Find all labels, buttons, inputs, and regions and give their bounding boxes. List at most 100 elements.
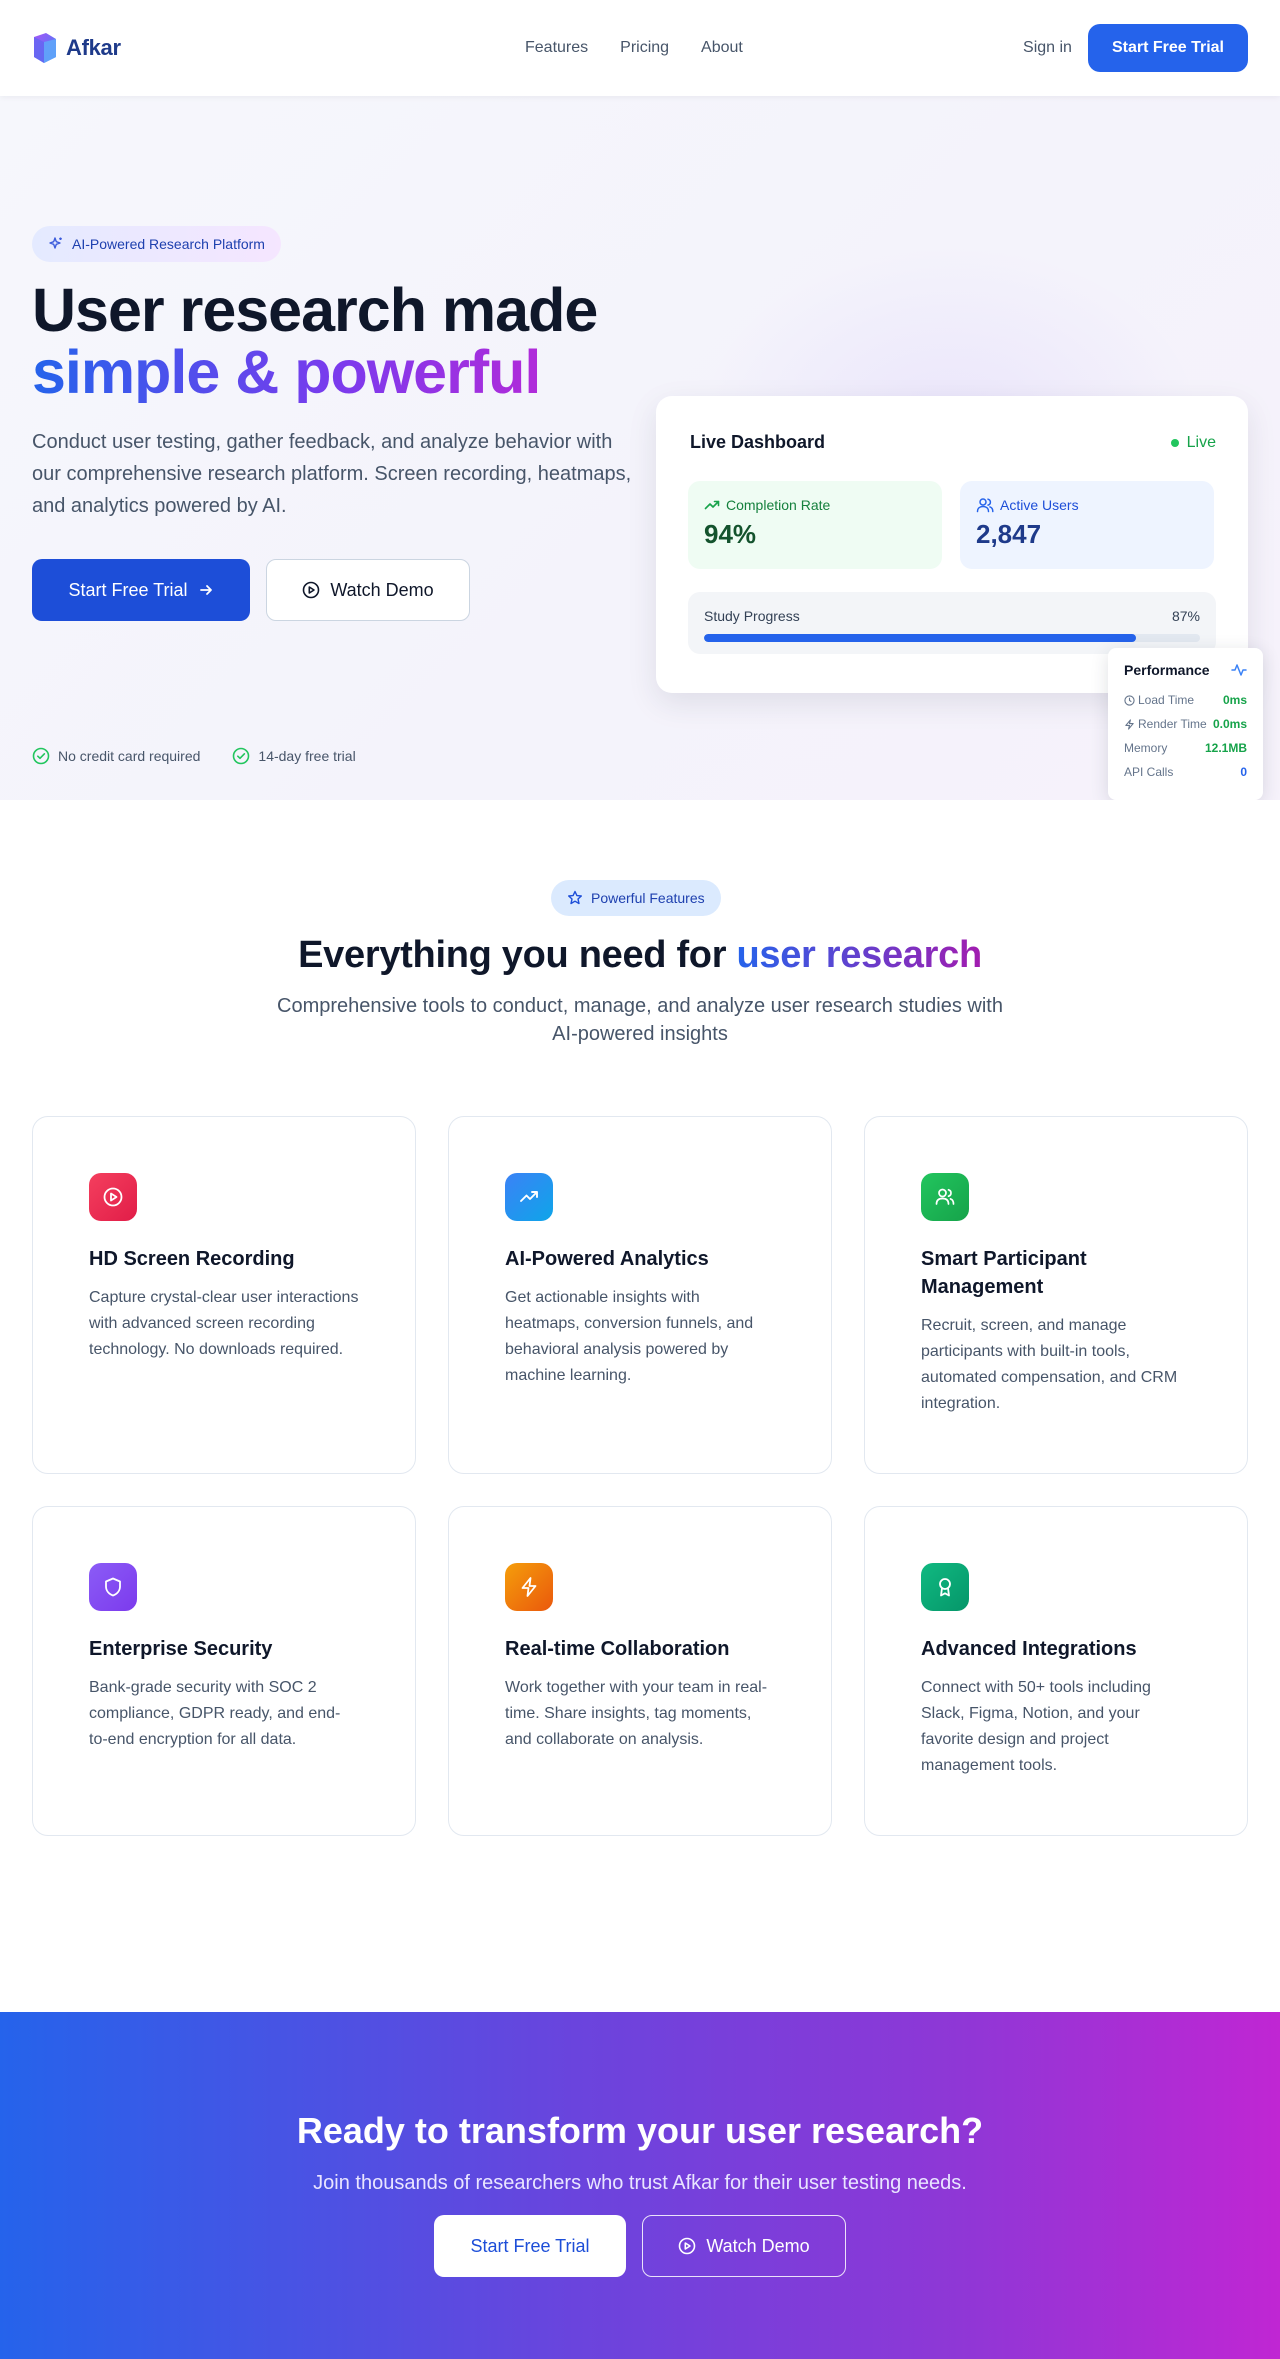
activity-icon[interactable] (1231, 662, 1247, 678)
live-status: Live (1170, 434, 1216, 452)
cta-buttons: Start Free Trial Watch Demo (434, 2215, 846, 2277)
check-circle-icon (232, 747, 250, 765)
perf-value: 0 (1240, 765, 1247, 779)
trending-up-icon (704, 497, 720, 513)
check-circle-icon (32, 747, 50, 765)
hero-start-trial-label: Start Free Trial (68, 579, 188, 600)
performance-title: Performance (1124, 662, 1210, 678)
feature-card-advanced-integrations[interactable]: Advanced Integrations Connect with 50+ t… (864, 1506, 1248, 1836)
features-title: Everything you need for user research (0, 934, 1280, 977)
feature-description: Connect with 50+ tools including Slack, … (921, 1679, 1151, 1774)
play-circle-icon (678, 2237, 696, 2255)
top-nav: Afkar Features Pricing About Sign in Sta… (0, 0, 1280, 96)
stat-label-row: Active Users (976, 497, 1198, 513)
features-title-plain: Everything you need for (298, 934, 737, 976)
hero-description: Conduct user testing, gather feedback, a… (32, 431, 632, 517)
study-progress: Study Progress 87% (688, 592, 1216, 654)
perf-row-api-calls: API Calls 0 (1124, 760, 1247, 784)
zap-icon (1124, 718, 1135, 730)
shield-icon (101, 1575, 125, 1599)
perf-label: Render Time (1138, 717, 1207, 731)
hero-title-line2: simple & powerful (32, 341, 597, 403)
stat-label: Completion Rate (726, 497, 831, 513)
feature-icon-box (921, 1563, 969, 1611)
check-label: No credit card required (58, 748, 201, 764)
features-title-highlight: user research (736, 934, 982, 976)
feature-icon-box (921, 1173, 969, 1221)
clock-icon (1124, 694, 1135, 706)
hero-cta-group: Start Free Trial Watch Demo (32, 559, 470, 621)
feature-description: Recruit, screen, and manage participants… (921, 1317, 1178, 1412)
feature-description: Capture crystal-clear user interactions … (89, 1289, 359, 1358)
stat-active-users: Active Users 2,847 (960, 481, 1214, 569)
brand-logo-icon (32, 31, 58, 65)
perf-label-group: Load Time (1124, 693, 1194, 707)
brand-name: Afkar (66, 35, 121, 60)
feature-card-realtime-collaboration[interactable]: Real-time Collaboration Work together wi… (448, 1506, 832, 1836)
signin-link[interactable]: Sign in (1023, 39, 1072, 57)
trending-up-icon (517, 1185, 541, 1209)
feature-title: Smart Participant Management (921, 1248, 1087, 1298)
hero-start-trial-button[interactable]: Start Free Trial (32, 559, 250, 621)
live-dot-icon (1170, 439, 1179, 447)
perf-row-memory: Memory 12.1MB (1124, 736, 1247, 760)
feature-card-enterprise-security[interactable]: Enterprise Security Bank-grade security … (32, 1506, 416, 1836)
feature-icon-box (89, 1563, 137, 1611)
features-badge-label: Powerful Features (591, 890, 705, 906)
hero-title: User research made simple & powerful (32, 279, 598, 403)
sparkles-icon (48, 236, 64, 252)
cta-section: Ready to transform your user research? J… (0, 2012, 1280, 2359)
feature-description: Get actionable insights with heatmaps, c… (505, 1289, 754, 1384)
hero-watch-demo-button[interactable]: Watch Demo (266, 559, 470, 621)
feature-card-participant-management[interactable]: Smart Participant Management Recruit, sc… (864, 1116, 1248, 1474)
perf-value: 0ms (1222, 693, 1247, 707)
star-icon (567, 890, 583, 906)
brand[interactable]: Afkar (32, 31, 121, 65)
live-status-label: Live (1186, 434, 1216, 451)
arrow-right-icon (198, 582, 214, 598)
perf-label: Memory (1124, 741, 1168, 755)
feature-title: AI-Powered Analytics (505, 1248, 709, 1270)
hero-badge-label: AI-Powered Research Platform (72, 236, 265, 252)
perf-value: 12.1MB (1204, 741, 1247, 755)
award-icon (933, 1575, 957, 1599)
feature-icon-box (505, 1563, 553, 1611)
play-circle-icon (101, 1185, 125, 1209)
check-label: 14-day free trial (258, 748, 356, 764)
progress-fill (704, 634, 1136, 642)
cta-watch-demo-label: Watch Demo (706, 2235, 810, 2256)
perf-label-group: Render Time (1124, 717, 1207, 731)
progress-track (704, 634, 1200, 642)
feature-description: Bank-grade security with SOC 2 complianc… (89, 1679, 341, 1748)
cta-watch-demo-button[interactable]: Watch Demo (642, 2215, 846, 2277)
nav-links: Features Pricing About (525, 0, 743, 96)
nav-link-pricing[interactable]: Pricing (620, 39, 669, 57)
perf-label: API Calls (1124, 765, 1174, 779)
cta-start-trial-button[interactable]: Start Free Trial (434, 2215, 626, 2277)
hero-badge: AI-Powered Research Platform (32, 226, 281, 262)
users-icon (976, 497, 994, 513)
progress-value: 87% (1171, 608, 1200, 624)
nav-link-about[interactable]: About (701, 39, 743, 57)
feature-title: Real-time Collaboration (505, 1638, 730, 1660)
feature-title: Advanced Integrations (921, 1638, 1137, 1660)
feature-card-screen-recording[interactable]: HD Screen Recording Capture crystal-clea… (32, 1116, 416, 1474)
nav-start-trial-button[interactable]: Start Free Trial (1087, 24, 1248, 72)
nav-link-features[interactable]: Features (525, 39, 588, 57)
users-icon (933, 1185, 957, 1209)
dashboard-title: Live Dashboard (690, 432, 826, 452)
cta-title: Ready to transform your user research? (296, 2110, 984, 2151)
hero-checks: No credit card required 14-day free tria… (32, 747, 356, 765)
perf-row-load-time: Load Time 0ms (1124, 688, 1247, 712)
feature-card-ai-analytics[interactable]: AI-Powered Analytics Get actionable insi… (448, 1116, 832, 1474)
stat-completion-rate: Completion Rate 94% (688, 481, 942, 569)
feature-icon-box (89, 1173, 137, 1221)
performance-header: Performance (1124, 662, 1247, 678)
progress-header: Study Progress 87% (704, 608, 1200, 624)
perf-label: Load Time (1138, 693, 1195, 707)
check-free-trial: 14-day free trial (232, 747, 356, 765)
stat-label: Active Users (1000, 497, 1079, 513)
progress-label: Study Progress (704, 608, 800, 624)
stat-value: 2,847 (976, 519, 1042, 549)
features-badge: Powerful Features (551, 880, 721, 916)
